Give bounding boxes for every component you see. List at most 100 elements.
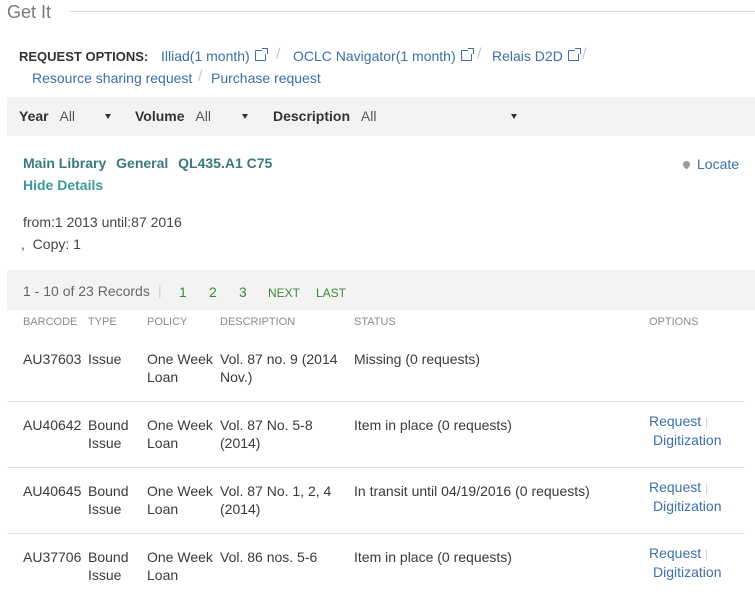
request-option-relais[interactable]: Relais D2D [492,48,581,64]
item-description-line: (2014) [220,435,261,451]
item-policy-line: One Week [147,351,213,367]
digitization-link[interactable]: Digitization [653,432,721,448]
last-page-link[interactable]: LAST [316,286,346,300]
col-header-barcode: BARCODE [23,316,78,328]
row-divider [7,401,745,402]
volume-filter-label: Volume [135,108,185,124]
item-type: Bound Issue [88,482,128,518]
request-link[interactable]: Request [649,479,701,495]
item-type: Bound Issue [88,416,128,452]
map-pin-icon [681,159,692,170]
locate-label[interactable]: Locate [697,156,739,172]
section-divider [70,11,755,12]
item-description: Vol. 87 No. 1, 2, 4 (2014) [220,482,331,518]
coverage-text: from:1 2013 until:87 2016 [23,214,182,230]
hide-details-link[interactable]: Hide Details [23,177,103,193]
resource-sharing-link[interactable]: Resource sharing request [32,70,192,86]
item-policy-line: Loan [147,369,179,385]
item-options: Request | Digitization [649,412,721,449]
section-title: Get It [7,2,52,22]
item-description-line: Vol. 87 no. 9 (2014 [220,351,338,367]
description-filter-value[interactable]: All [361,108,377,124]
request-option-illiad[interactable]: Illiad(1 month) [161,48,268,64]
item-description-line: Vol. 87 No. 5-8 [220,417,313,433]
col-header-policy: POLICY [147,316,188,328]
item-description: Vol. 87 no. 9 (2014 Nov.) [220,350,338,386]
request-option-label[interactable]: Relais D2D [492,48,563,64]
purchase-request-link[interactable]: Purchase request [211,70,321,86]
request-option-oclc[interactable]: OCLC Navigator(1 month) [293,48,474,64]
item-status: Item in place (0 requests) [354,549,512,565]
barcode-link[interactable]: AU40645 [23,482,81,500]
filter-bar [7,97,755,136]
chevron-down-icon[interactable] [242,114,248,119]
item-status: In transit until 04/19/2016 (0 requests) [354,483,590,499]
library-name: Main Library [23,155,107,171]
col-header-status: STATUS [354,316,396,328]
separator: / [276,46,281,63]
barcode-link[interactable]: AU37706 [23,548,81,566]
pager-divider: | [158,282,162,298]
digitization-link[interactable]: Digitization [653,498,721,514]
year-filter-label: Year [19,108,49,124]
year-filter[interactable]: Year All [19,108,75,124]
item-status: Missing (0 requests) [354,351,481,367]
chevron-down-icon[interactable] [511,114,517,119]
row-divider [7,467,745,468]
locate-button[interactable]: Locate [681,156,739,172]
item-description: Vol. 87 No. 5-8 (2014) [220,416,313,452]
item-status: Item in place (0 requests) [354,417,512,433]
request-option-label[interactable]: Illiad(1 month) [161,48,250,64]
volume-filter-value[interactable]: All [195,108,211,124]
digitization-link[interactable]: Digitization [653,564,721,580]
item-policy: One Week Loan [147,350,213,386]
item-policy-line: Loan [147,567,179,583]
item-policy-line: One Week [147,483,213,499]
item-policy: One Week Loan [147,548,213,584]
item-type-line: Issue [88,351,122,367]
next-page-link[interactable]: NEXT [268,286,300,300]
barcode-link[interactable]: AU40642 [23,416,81,434]
request-link[interactable]: Request [649,545,701,561]
item-type-line: Issue [88,435,122,451]
item-options: Request | Digitization [649,478,721,515]
volume-filter[interactable]: Volume All [135,108,211,124]
col-header-options: OPTIONS [649,316,699,328]
call-number: QL435.A1 C75 [178,155,273,171]
holding-location: Main Library General QL435.A1 C75 [23,155,272,171]
item-type-line: Bound [88,417,129,433]
description-filter-label: Description [273,108,351,124]
page-link-1[interactable]: 1 [179,284,187,300]
records-summary: 1 - 10 of 23 Records [23,283,150,299]
external-link-icon [460,48,474,61]
item-policy-line: Loan [147,501,179,517]
item-description-line: (2014) [220,501,261,517]
item-description-line: Vol. 87 No. 1, 2, 4 [220,483,332,499]
description-filter[interactable]: Description All [273,108,376,124]
external-link-icon [567,48,581,61]
sub-location: General [116,155,169,171]
item-policy-line: One Week [147,549,213,565]
item-type-line: Bound [88,483,129,499]
barcode-link[interactable]: AU37603 [23,350,81,368]
item-description-line: Nov.) [220,369,253,385]
request-link[interactable]: Request [649,413,701,429]
item-policy-line: Loan [147,435,179,451]
item-policy: One Week Loan [147,416,213,452]
separator: / [477,46,482,63]
item-type-line: Issue [88,567,122,583]
option-separator: | [705,415,709,429]
item-policy-line: One Week [147,417,213,433]
request-options-label: REQUEST OPTIONS: [19,49,149,64]
request-option-label[interactable]: OCLC Navigator(1 month) [293,48,456,64]
option-separator: | [705,481,709,495]
year-filter-value[interactable]: All [59,108,75,124]
copy-text: , Copy: 1 [21,236,81,252]
chevron-down-icon[interactable] [105,114,111,119]
col-header-description: DESCRIPTION [220,316,296,328]
page-link-3[interactable]: 3 [239,284,247,300]
col-header-type: TYPE [88,316,117,328]
page-link-2[interactable]: 2 [209,284,217,300]
separator: / [198,68,203,85]
item-policy: One Week Loan [147,482,213,518]
